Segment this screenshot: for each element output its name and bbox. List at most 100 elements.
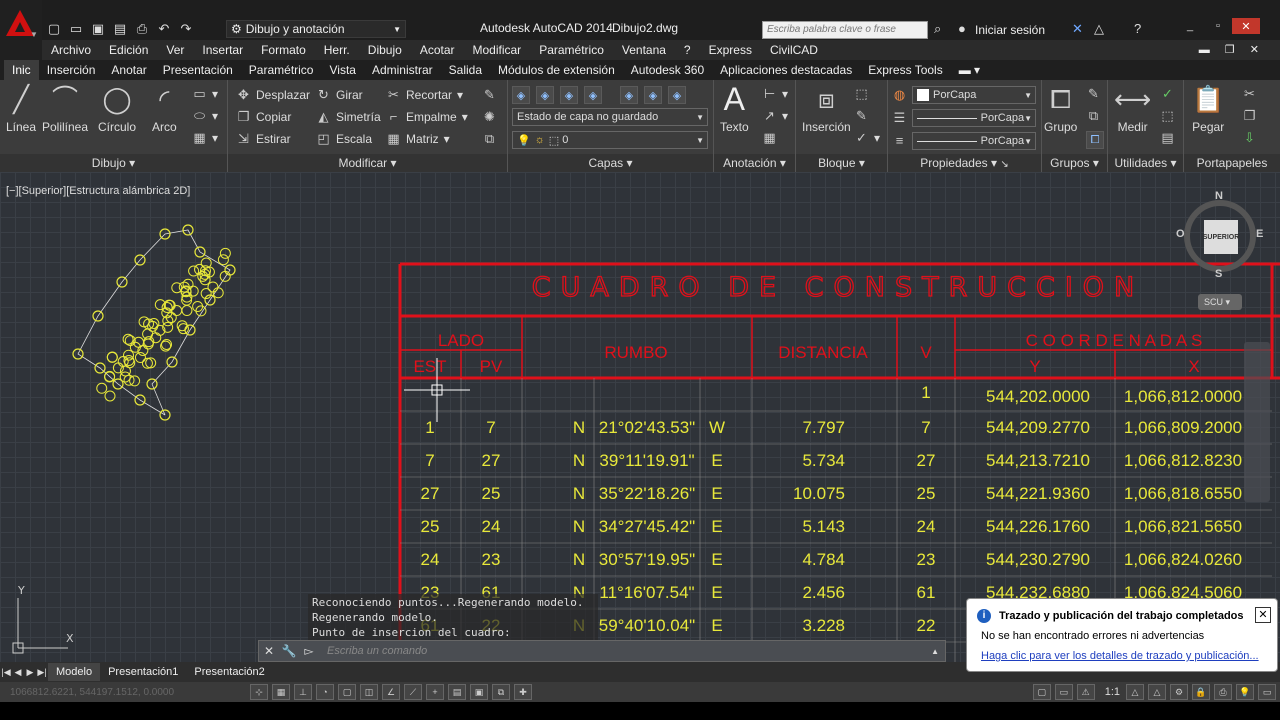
menu-item[interactable]: Archivo [42, 43, 100, 57]
annotation-visibility-icon[interactable]: △ [1126, 684, 1144, 700]
cut-icon[interactable]: ✂ [1242, 86, 1257, 102]
quick-properties-icon[interactable]: ⧉ [492, 684, 510, 700]
hatch-icon[interactable]: ▦ ▾ [192, 130, 218, 146]
wrench-icon[interactable]: 🔧 [279, 644, 299, 658]
panel-label-dibujo[interactable]: Dibujo ▾ [0, 154, 227, 172]
compass-east[interactable]: E [1256, 228, 1263, 240]
panel-label-portapapeles[interactable]: Portapapeles [1184, 154, 1280, 172]
viewcube[interactable]: SUPERIOR N S E O [1176, 190, 1264, 280]
ungroup-icon[interactable]: ✎ [1086, 86, 1101, 102]
quick-view-layouts-icon[interactable]: ▭ [1054, 684, 1073, 700]
layer-state-select[interactable]: Estado de capa no guardado ▼ [512, 108, 708, 126]
panel-label-utilidades[interactable]: Utilidades ▾ [1108, 154, 1183, 172]
quick-select-icon[interactable]: ✓ [1160, 86, 1175, 102]
object-snap-icon[interactable]: ▢ [338, 684, 356, 700]
layer-icon[interactable]: ◈ [584, 86, 602, 104]
menu-item[interactable]: Formato [252, 43, 315, 57]
grid-mode-icon[interactable]: ▦ [272, 684, 290, 700]
menu-item[interactable]: Edición [100, 43, 157, 57]
group-edit-icon[interactable]: ⧉ [1086, 108, 1101, 124]
array-tool[interactable]: ▦ Matriz ▾ [386, 131, 449, 147]
move-tool[interactable]: ✥ Desplazar [236, 87, 310, 103]
fillet-tool[interactable]: ⌐ Empalme ▾ [386, 109, 468, 124]
first-tab-icon[interactable]: |◀ [0, 667, 12, 678]
table-row[interactable]: 24 23 N 30°57'19.95" E 4.784 23 544,230.2790 1,0… [421, 550, 1243, 569]
tab-presentacion1[interactable]: Presentación1 [100, 663, 186, 681]
panel-label-grupos[interactable]: Grupos ▾ [1042, 154, 1107, 172]
tab-parametrico[interactable]: Paramétrico [241, 60, 322, 80]
menu-item[interactable]: Insertar [193, 43, 252, 57]
snap-mode-icon[interactable]: ⊹ [250, 684, 268, 700]
help-icon[interactable]: ? [1134, 21, 1141, 36]
isolate-objects-icon[interactable]: 💡 [1236, 684, 1254, 700]
group-selection-icon[interactable]: ⧠ [1086, 131, 1104, 149]
application-menu-button[interactable]: ▼ [0, 0, 42, 62]
insert-block-tool[interactable]: ⧈ Inserción [802, 84, 851, 134]
menu-item[interactable]: Ventana [613, 43, 675, 57]
undo-icon[interactable]: ↶ [156, 21, 172, 37]
measure-tool[interactable]: ⟷ Medir [1114, 84, 1151, 134]
polyline-tool[interactable]: ⌒ Polilínea [42, 84, 88, 134]
layer-icon[interactable]: ◈ [644, 86, 662, 104]
user-icon[interactable]: ● [958, 21, 966, 36]
compass-west[interactable]: O [1176, 228, 1185, 240]
menu-item[interactable]: CivilCAD [761, 43, 827, 57]
tab-anotar[interactable]: Anotar [103, 60, 154, 80]
tab-administrar[interactable]: Administrar [364, 60, 441, 80]
lineweight-toggle-icon[interactable]: ▤ [448, 684, 466, 700]
panel-label-propiedades[interactable]: Propiedades ▾ ↘ [888, 154, 1041, 172]
annotation-scale[interactable]: 1:1 [1105, 686, 1120, 698]
search-input[interactable]: Escriba palabra clave o frase [762, 21, 928, 39]
model-space-icon[interactable]: ▢ [1032, 684, 1051, 700]
chevron-up-icon[interactable]: ▲ [931, 647, 939, 656]
trim-tool[interactable]: ✂ Recortar ▾ [386, 87, 463, 103]
panel-label-anotacion[interactable]: Anotación ▾ [714, 154, 795, 172]
ucs-menu-button[interactable]: SCU ▾ [1198, 294, 1242, 310]
copy-tool[interactable]: ❐ Copiar [236, 109, 292, 125]
layer-icon[interactable]: ◈ [536, 86, 554, 104]
tab-vista[interactable]: Vista [321, 60, 363, 80]
menu-item[interactable]: Paramétrico [530, 43, 613, 57]
tab-express-tools[interactable]: Express Tools [860, 60, 950, 80]
offset-icon[interactable]: ⧉ [482, 131, 497, 147]
copy-clip-icon[interactable]: ❐ [1242, 108, 1257, 124]
menu-item[interactable]: Herr. [315, 43, 359, 57]
current-layer-select[interactable]: 💡 ☼ ⬚ 0 ▼ [512, 131, 708, 149]
attribute-icon[interactable]: ✓ ▾ [854, 130, 880, 146]
text-tool[interactable]: A Texto [720, 83, 749, 134]
layer-icon[interactable]: ◈ [620, 86, 638, 104]
tab-insercion[interactable]: Inserción [39, 60, 104, 80]
last-tab-icon[interactable]: ▶| [36, 667, 48, 678]
coordinates-readout[interactable]: 1066812.6221, 544197.1512, 0.0000 [0, 687, 250, 698]
panel-label-bloque[interactable]: Bloque ▾ [796, 154, 887, 172]
dimension-icon[interactable]: ⊢ ▾ [762, 86, 788, 102]
login-button[interactable]: Iniciar sesión [975, 23, 1045, 37]
transparency-icon[interactable]: ▣ [470, 684, 488, 700]
tab-modelo[interactable]: Modelo [48, 663, 101, 681]
plot-notification-balloon[interactable]: i Trazado y publicación del trabajo comp… [966, 598, 1278, 672]
notification-details-link[interactable]: Haga clic para ver los detalles de traza… [981, 650, 1259, 662]
navigation-bar[interactable] [1244, 342, 1270, 502]
rectangle-icon[interactable]: ▭ ▾ [192, 86, 218, 102]
new-file-icon[interactable]: ▢ [46, 21, 62, 37]
document-window-controls[interactable]: ▬ ❐ ✕ [1190, 43, 1274, 56]
menu-item[interactable]: Acotar [411, 43, 464, 57]
copy-base-icon[interactable]: ⇩ [1242, 130, 1257, 146]
ribbon-toggle-icon[interactable]: ▬ ▾ [951, 60, 988, 80]
rotate-tool[interactable]: ↻ Girar [316, 87, 363, 103]
erase-icon[interactable]: ✎ [482, 87, 497, 103]
menu-item[interactable]: Express [700, 43, 761, 57]
table-row[interactable]: 7 27 N 39°11'19.91" E 5.734 27 544,213.7210 1,06… [425, 451, 1242, 470]
notification-close-button[interactable]: ✕ [1255, 607, 1271, 623]
save-as-icon[interactable]: ▤ [112, 21, 128, 37]
explode-icon[interactable]: ✺ [482, 109, 497, 125]
command-line[interactable]: ✕ 🔧 ▻ Escriba un comando ▲ [258, 640, 946, 662]
group-tool[interactable]: ⧠ Grupo [1044, 84, 1077, 134]
close-button[interactable]: ✕ [1232, 18, 1260, 34]
scale-tool[interactable]: ◰ Escala [316, 131, 372, 147]
workspace-selector[interactable]: ⚙ Dibujo y anotación ▼ [226, 20, 406, 38]
lineweight-select[interactable]: PorCapa ▼ [912, 109, 1036, 127]
dynamic-input-icon[interactable]: + [426, 684, 444, 700]
warning-icon[interactable]: △ [1094, 21, 1104, 37]
arc-tool[interactable]: ◜ Arco [152, 84, 177, 134]
